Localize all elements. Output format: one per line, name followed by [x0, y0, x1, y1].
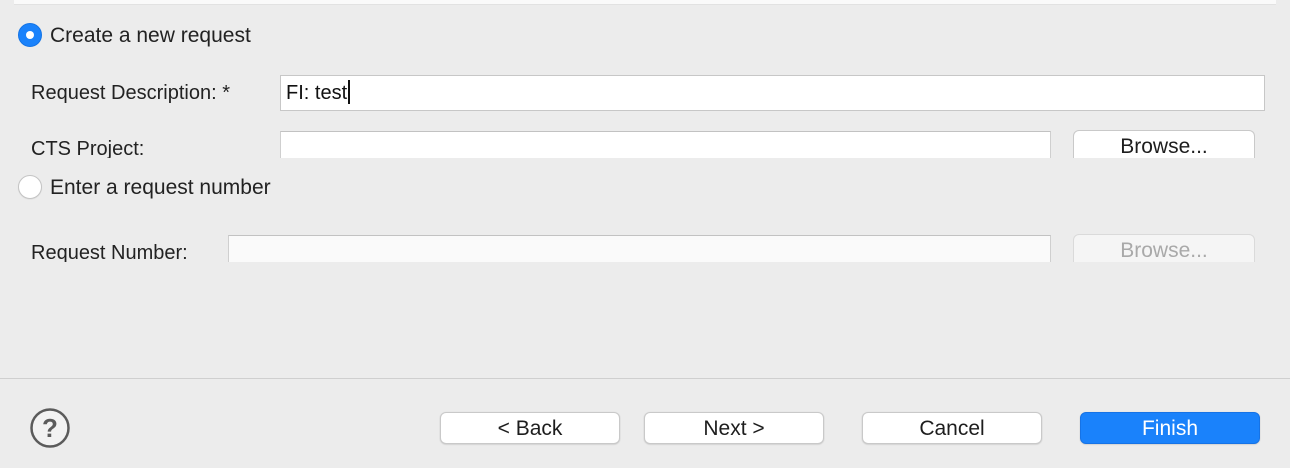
- request-description-label: Request Description: *: [31, 82, 230, 104]
- request-number-browse-button: Browse...: [1073, 234, 1255, 262]
- request-description-field[interactable]: FI: test: [280, 75, 1265, 111]
- finish-button[interactable]: Finish: [1080, 412, 1260, 444]
- cancel-button[interactable]: Cancel: [862, 412, 1042, 444]
- create-new-request-radio[interactable]: [18, 23, 42, 47]
- create-new-request-label[interactable]: Create a new request: [50, 24, 251, 48]
- radio-selected-dot: [26, 31, 34, 39]
- top-divider: [14, 0, 1276, 5]
- cts-project-field[interactable]: [280, 131, 1051, 158]
- enter-request-number-label[interactable]: Enter a request number: [50, 176, 271, 200]
- text-caret: [348, 79, 350, 104]
- footer-separator: [0, 378, 1290, 379]
- request-number-field[interactable]: [228, 235, 1051, 262]
- enter-request-number-radio[interactable]: [18, 175, 42, 199]
- svg-text:?: ?: [42, 413, 58, 443]
- cts-project-browse-button[interactable]: Browse...: [1073, 130, 1255, 158]
- request-description-value: FI: test: [286, 82, 348, 104]
- next-button[interactable]: Next >: [644, 412, 824, 444]
- cts-project-label: CTS Project:: [31, 138, 145, 158]
- back-button[interactable]: < Back: [440, 412, 620, 444]
- request-number-label: Request Number:: [31, 242, 188, 262]
- question-circle-icon[interactable]: ?: [30, 408, 70, 448]
